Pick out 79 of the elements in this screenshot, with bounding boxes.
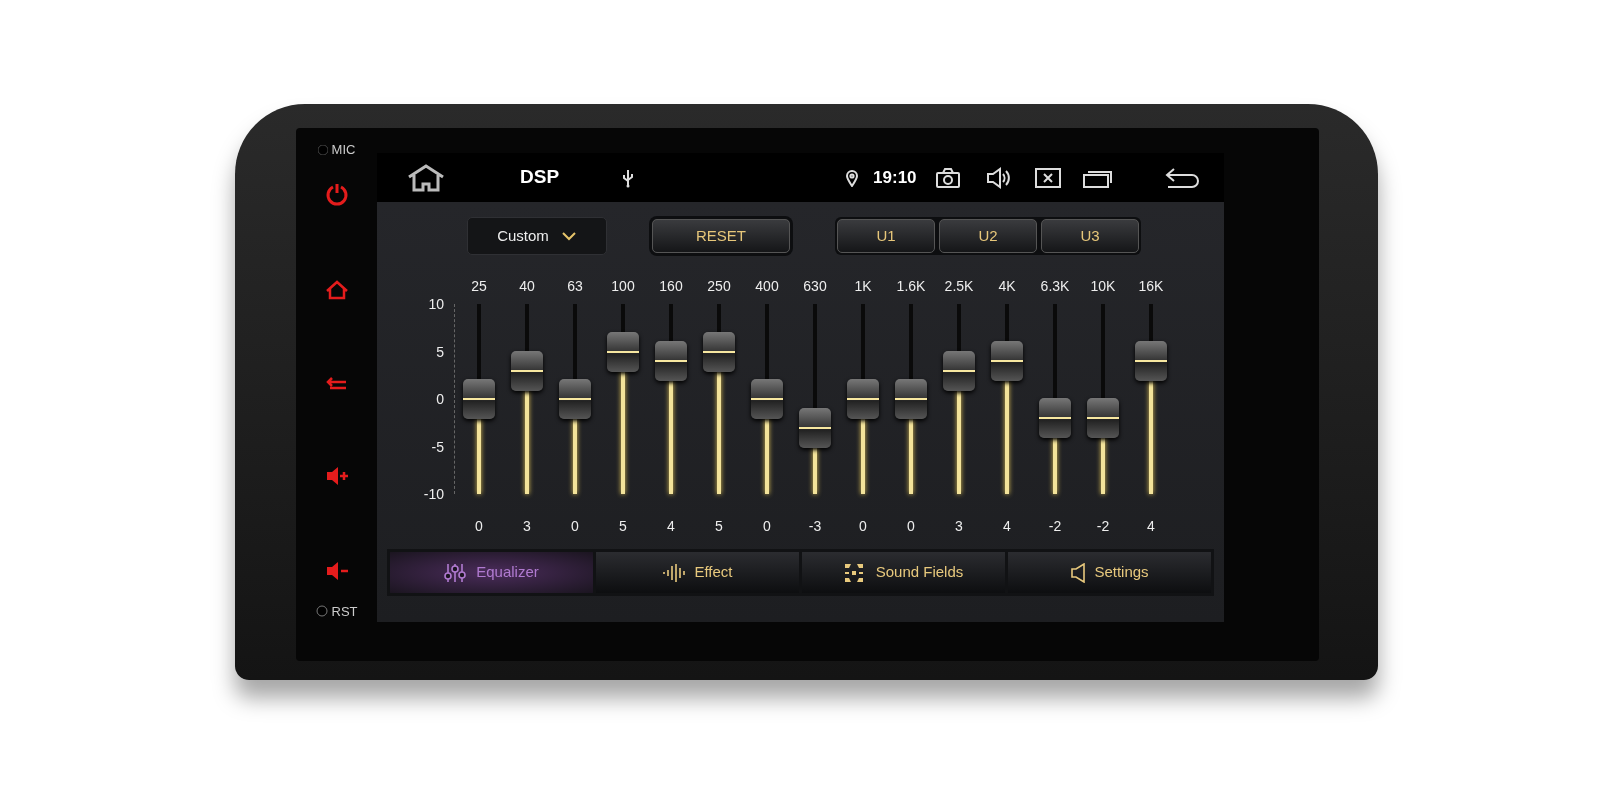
gain-value: 0 [859, 517, 867, 536]
screen-title: DSP [520, 165, 560, 190]
gain-value: 3 [523, 517, 531, 536]
frequency-label: 1.6K [896, 277, 926, 296]
location-pin-icon [845, 168, 860, 187]
chevron-down-icon [560, 231, 577, 241]
reset-button[interactable]: RESET [652, 219, 790, 253]
frequency-label: 10K [1090, 277, 1116, 296]
slider-thumb[interactable] [463, 379, 495, 419]
user-preset-button[interactable]: U2 [939, 219, 1037, 253]
slider-thumb[interactable] [895, 379, 927, 419]
slider-thumb[interactable] [751, 379, 783, 419]
volume-up-icon[interactable] [324, 464, 349, 487]
user-preset-button[interactable]: U3 [1041, 219, 1139, 253]
gain-value: -2 [1096, 517, 1110, 536]
volume-down-icon[interactable] [324, 559, 349, 582]
speaker-icon [1070, 562, 1087, 583]
gain-value: -3 [808, 517, 822, 536]
usb-icon [621, 167, 636, 188]
home-icon[interactable] [407, 163, 445, 192]
bottom-tab[interactable]: Settings [1008, 552, 1211, 593]
frequency-label: 400 [755, 277, 779, 296]
bottom-tab[interactable]: Equalizer [390, 552, 593, 593]
scale-label: 5 [436, 343, 444, 360]
close-window-icon[interactable] [1034, 167, 1061, 188]
gain-value: 4 [1147, 517, 1155, 536]
scale-label: -10 [423, 486, 444, 502]
sound-wave-icon [662, 562, 687, 583]
gain-value: -2 [1048, 517, 1062, 536]
gain-value: 3 [955, 517, 963, 536]
bottom-tab[interactable]: Effect [596, 552, 799, 593]
equalizer-sliders-icon [444, 562, 469, 583]
slider-thumb[interactable] [1087, 398, 1119, 438]
slider-thumb[interactable] [1135, 341, 1167, 381]
reset-hole-icon [315, 605, 328, 618]
gain-value: 0 [763, 517, 771, 536]
scale-label: 0 [436, 391, 444, 407]
frequency-label: 250 [707, 277, 731, 296]
slider-thumb[interactable] [655, 341, 687, 381]
slider-thumb[interactable] [511, 350, 543, 391]
reset-label: RST [331, 602, 358, 621]
preset-dropdown[interactable]: Custom [467, 217, 607, 255]
slider-thumb[interactable] [607, 331, 639, 372]
slider-thumb[interactable] [847, 379, 879, 419]
frequency-label: 4K [998, 277, 1016, 296]
slider-thumb[interactable] [799, 407, 831, 448]
scale-label: -5 [431, 438, 444, 455]
frequency-label: 6.3K [1040, 277, 1070, 296]
gain-value: 5 [619, 517, 627, 536]
gain-value: 0 [907, 517, 915, 536]
frequency-label: 16K [1138, 277, 1164, 296]
power-icon[interactable] [324, 181, 349, 206]
frequency-label: 63 [567, 277, 583, 296]
frequency-label: 40 [519, 277, 535, 296]
back-icon[interactable] [1164, 165, 1202, 190]
slider-thumb[interactable] [703, 331, 735, 372]
clock-time: 19:10 [873, 166, 917, 189]
slider-thumb[interactable] [991, 341, 1023, 381]
frequency-label: 160 [659, 277, 683, 296]
speaker-icon[interactable] [984, 165, 1013, 190]
user-preset-button[interactable]: U1 [837, 219, 935, 253]
frequency-label: 1K [854, 277, 872, 296]
gain-value: 4 [667, 517, 675, 536]
slider-thumb[interactable] [943, 350, 975, 391]
frequency-label: 630 [803, 277, 827, 296]
frequency-label: 2.5K [944, 277, 974, 296]
frequency-label: 25 [471, 277, 487, 296]
gain-value: 4 [1003, 517, 1011, 536]
frequency-label: 100 [611, 277, 635, 296]
slider-thumb[interactable] [559, 379, 591, 419]
bottom-tab[interactable]: Sound Fields [802, 552, 1005, 593]
microphone-hole-icon [317, 144, 328, 155]
gain-value: 5 [715, 517, 723, 536]
mic-label: MIC [331, 141, 356, 159]
camera-icon[interactable] [934, 166, 961, 189]
gain-value: 0 [571, 517, 579, 536]
slider-thumb[interactable] [1039, 398, 1071, 438]
gain-value: 0 [475, 517, 483, 536]
scale-label: 10 [428, 296, 444, 312]
